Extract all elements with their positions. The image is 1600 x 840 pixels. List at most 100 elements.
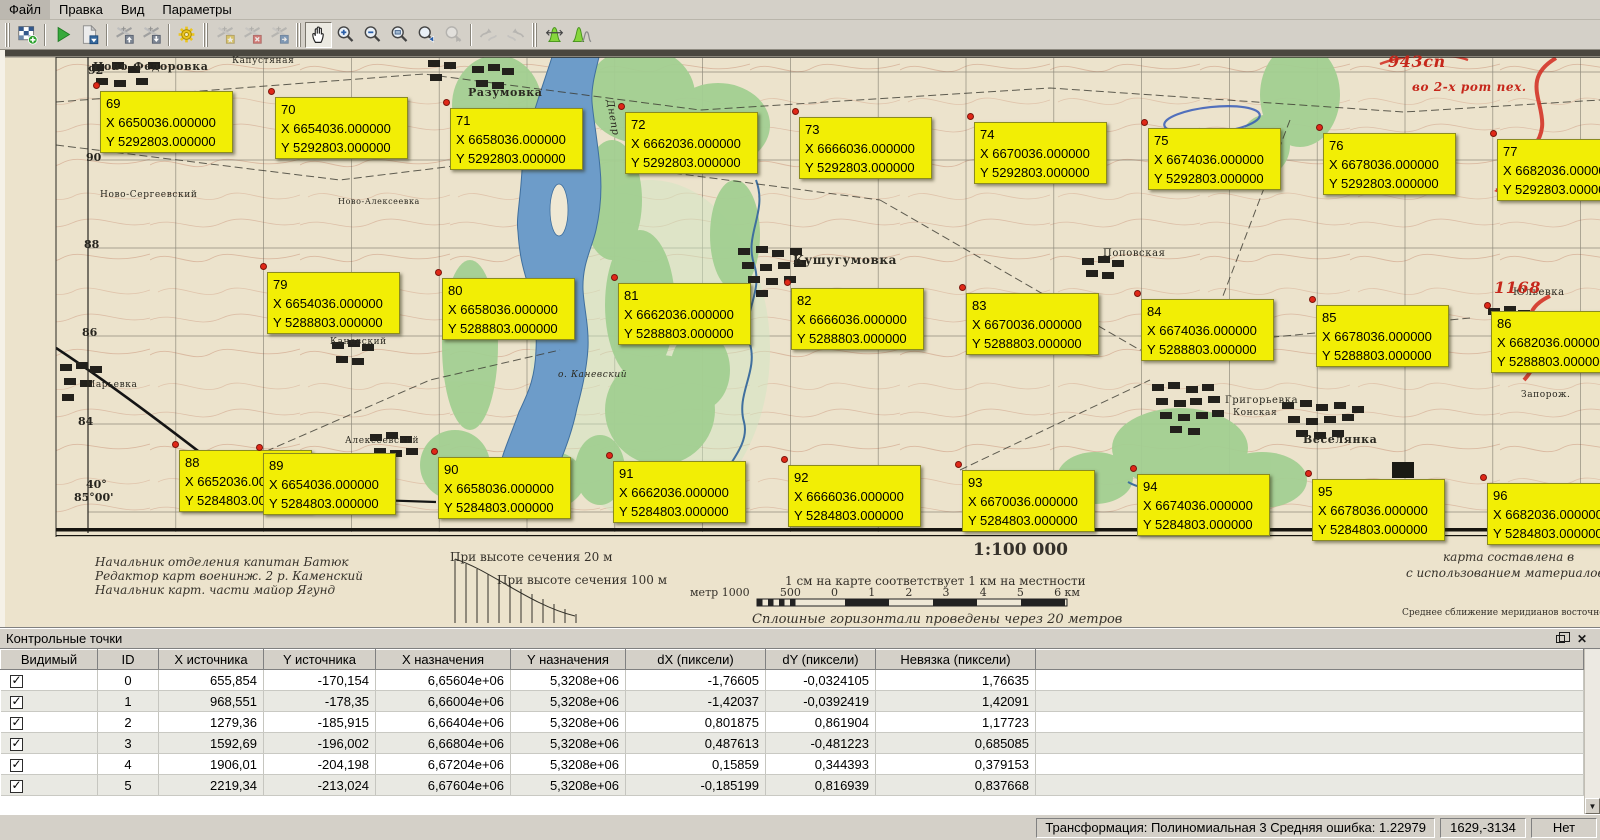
menu-item-3[interactable]: Параметры — [153, 0, 240, 19]
open-raster-button[interactable] — [14, 22, 41, 48]
local-histogram-stretch-button[interactable] — [541, 22, 568, 48]
gcp-point-85[interactable] — [1309, 296, 1316, 303]
gcp-table-row-3[interactable]: 31592,69-196,0026,66804e+065,3208e+060,4… — [1, 733, 1584, 754]
column-header[interactable]: Видимый — [1, 650, 98, 670]
gcp-label-89[interactable]: 89X 6654036.000000Y 5284803.000000 — [263, 453, 396, 515]
gcp-point-80[interactable] — [435, 269, 442, 276]
gcp-point-84[interactable] — [1134, 290, 1141, 297]
gcp-point-92[interactable] — [781, 456, 788, 463]
pan-button[interactable] — [305, 22, 332, 48]
gcp-table-row-0[interactable]: 0655,854-170,1546,65604e+065,3208e+06-1,… — [1, 670, 1584, 691]
table-scrollbar[interactable]: ▼ — [1584, 649, 1600, 814]
scroll-down-arrow-icon[interactable]: ▼ — [1585, 798, 1600, 814]
gcp-point-77[interactable] — [1490, 130, 1497, 137]
move-point-button[interactable] — [266, 22, 293, 48]
gcp-point-93[interactable] — [955, 461, 962, 468]
visible-checkbox[interactable] — [10, 759, 23, 772]
gcp-label-80[interactable]: 80X 6658036.000000Y 5288803.000000 — [442, 278, 575, 340]
menu-item-2[interactable]: Вид — [112, 0, 154, 19]
column-header[interactable]: dY (пиксели) — [766, 650, 876, 670]
zoom-in-button[interactable] — [332, 22, 359, 48]
gcp-label-91[interactable]: 91X 6662036.000000Y 5284803.000000 — [613, 461, 746, 523]
gcp-point-76[interactable] — [1316, 124, 1323, 131]
zoom-out-button[interactable] — [359, 22, 386, 48]
map-canvas[interactable]: Ново-ФедоровкаКапустянаяРазумовкаНово-Се… — [0, 50, 1600, 627]
column-header[interactable]: Невязка (пиксели) — [876, 650, 1036, 670]
load-gcp-points-button[interactable] — [111, 22, 138, 48]
full-histogram-stretch-button[interactable] — [568, 22, 595, 48]
toolbar-handle[interactable] — [5, 23, 11, 47]
column-header[interactable]: Y источника — [264, 650, 376, 670]
gcp-label-93[interactable]: 93X 6670036.000000Y 5284803.000000 — [962, 470, 1095, 532]
gcp-table-row-1[interactable]: 1968,551-178,356,66004e+065,3208e+06-1,4… — [1, 691, 1584, 712]
visible-checkbox[interactable] — [10, 675, 23, 688]
gcp-point-94[interactable] — [1130, 465, 1137, 472]
column-header[interactable]: dX (пиксели) — [626, 650, 766, 670]
menu-item-1[interactable]: Правка — [50, 0, 112, 19]
gcp-label-82[interactable]: 82X 6666036.000000Y 5288803.000000 — [791, 288, 924, 350]
gcp-label-86[interactable]: 86X 6682036.000000Y 5288803.000000 — [1491, 311, 1600, 373]
gcp-point-69[interactable] — [93, 82, 100, 89]
visible-checkbox[interactable] — [10, 738, 23, 751]
gcp-label-85[interactable]: 85X 6678036.000000Y 5288803.000000 — [1316, 305, 1449, 367]
gcp-point-70[interactable] — [268, 88, 275, 95]
visible-checkbox[interactable] — [10, 780, 23, 793]
column-header[interactable]: X источника — [159, 650, 264, 670]
gcp-label-92[interactable]: 92X 6666036.000000Y 5284803.000000 — [788, 465, 921, 527]
gcp-label-71[interactable]: 71X 6658036.000000Y 5292803.000000 — [450, 108, 583, 170]
gcp-point-73[interactable] — [792, 108, 799, 115]
generate-gdal-script-button[interactable] — [76, 22, 103, 48]
start-georeferencing-button[interactable] — [49, 22, 76, 48]
column-header[interactable]: X назначения — [376, 650, 511, 670]
gcp-point-79[interactable] — [260, 263, 267, 270]
gcp-point-75[interactable] — [1141, 119, 1148, 126]
transformation-settings-button[interactable] — [173, 22, 200, 48]
gcp-point-82[interactable] — [784, 279, 791, 286]
column-header[interactable]: ID — [98, 650, 159, 670]
gcp-label-79[interactable]: 79X 6654036.000000Y 5288803.000000 — [267, 272, 400, 334]
gcp-point-89[interactable] — [256, 444, 263, 451]
gcp-label-84[interactable]: 84X 6674036.000000Y 5288803.000000 — [1141, 299, 1274, 361]
gcp-point-71[interactable] — [443, 99, 450, 106]
gcp-point-96[interactable] — [1480, 474, 1487, 481]
gcp-label-76[interactable]: 76X 6678036.000000Y 5292803.000000 — [1323, 133, 1456, 195]
toolbar-handle[interactable] — [296, 23, 302, 47]
gcp-label-95[interactable]: 95X 6678036.000000Y 5284803.000000 — [1312, 479, 1445, 541]
visible-checkbox[interactable] — [10, 696, 23, 709]
gcp-label-74[interactable]: 74X 6670036.000000Y 5292803.000000 — [974, 122, 1107, 184]
link-qgis-to-georeferencer-button[interactable] — [502, 22, 529, 48]
link-georeferencer-to-qgis-button[interactable] — [475, 22, 502, 48]
visible-checkbox[interactable] — [10, 717, 23, 730]
gcp-label-70[interactable]: 70X 6654036.000000Y 5292803.000000 — [275, 97, 408, 159]
gcp-point-90[interactable] — [431, 448, 438, 455]
gcp-label-73[interactable]: 73X 6666036.000000Y 5292803.000000 — [799, 117, 932, 179]
gcp-label-81[interactable]: 81X 6662036.000000Y 5288803.000000 — [618, 283, 751, 345]
gcp-table-row-5[interactable]: 52219,34-213,0246,67604e+065,3208e+06-0,… — [1, 775, 1584, 796]
delete-point-button[interactable] — [239, 22, 266, 48]
save-gcp-points-button[interactable] — [138, 22, 165, 48]
gcp-label-96[interactable]: 96X 6682036.000000Y 5284803.000000 — [1487, 483, 1600, 545]
toolbar-handle[interactable] — [203, 23, 209, 47]
menu-item-0[interactable]: Файл — [0, 0, 50, 19]
gcp-label-94[interactable]: 94X 6674036.000000Y 5284803.000000 — [1137, 474, 1270, 536]
gcp-point-88[interactable] — [172, 441, 179, 448]
zoom-next-button[interactable] — [440, 22, 467, 48]
gcp-point-83[interactable] — [959, 284, 966, 291]
panel-close-button[interactable]: ✕ — [1574, 631, 1590, 646]
gcp-point-91[interactable] — [606, 452, 613, 459]
add-point-button[interactable] — [212, 22, 239, 48]
gcp-label-90[interactable]: 90X 6658036.000000Y 5284803.000000 — [438, 457, 571, 519]
gcp-table-row-4[interactable]: 41906,01-204,1986,67204e+065,3208e+060,1… — [1, 754, 1584, 775]
gcp-point-95[interactable] — [1305, 470, 1312, 477]
panel-float-button[interactable] — [1552, 631, 1568, 646]
gcp-table-row-2[interactable]: 21279,36-185,9156,66404e+065,3208e+060,8… — [1, 712, 1584, 733]
zoom-last-button[interactable] — [413, 22, 440, 48]
gcp-point-81[interactable] — [611, 274, 618, 281]
gcp-label-75[interactable]: 75X 6674036.000000Y 5292803.000000 — [1148, 128, 1281, 190]
zoom-to-layer-button[interactable] — [386, 22, 413, 48]
gcp-point-86[interactable] — [1484, 302, 1491, 309]
gcp-label-77[interactable]: 77X 6682036.000000Y 5292803.000000 — [1497, 139, 1600, 201]
column-header[interactable]: Y назначения — [511, 650, 626, 670]
gcp-label-69[interactable]: 69X 6650036.000000Y 5292803.000000 — [100, 91, 233, 153]
gcp-point-74[interactable] — [967, 113, 974, 120]
